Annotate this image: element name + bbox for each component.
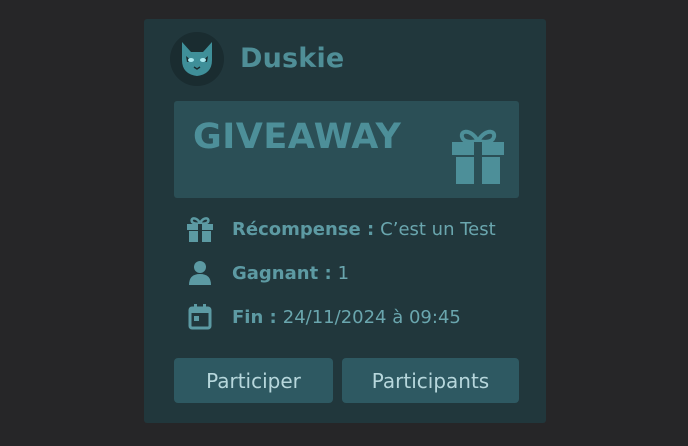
end-field: Fin : 24/11/2024 à 09:45 bbox=[186, 303, 461, 331]
giveaway-banner: GIVEAWAY bbox=[174, 101, 519, 198]
author-name[interactable]: Duskie bbox=[240, 43, 344, 74]
reward-field: Récompense : C’est un Test bbox=[186, 215, 496, 243]
gift-icon bbox=[186, 215, 216, 243]
giveaway-card: Duskie GIVEAWAY Récompense : C’est un Te… bbox=[144, 19, 546, 423]
reward-value: C’est un Test bbox=[380, 218, 496, 240]
author-header: Duskie bbox=[170, 31, 344, 86]
winner-field: Gagnant : 1 bbox=[186, 259, 349, 287]
end-value: 24/11/2024 à 09:45 bbox=[282, 306, 461, 328]
participants-button[interactable]: Participants bbox=[342, 358, 519, 403]
user-icon bbox=[186, 259, 216, 287]
avatar[interactable] bbox=[170, 31, 224, 86]
winner-label: Gagnant : bbox=[232, 262, 332, 284]
winner-value: 1 bbox=[337, 262, 350, 284]
banner-title: GIVEAWAY bbox=[193, 117, 402, 157]
cat-avatar-icon bbox=[182, 41, 212, 76]
calendar-icon bbox=[186, 303, 216, 331]
end-label: Fin : bbox=[232, 306, 277, 328]
gift-icon bbox=[452, 129, 504, 184]
participate-button[interactable]: Participer bbox=[174, 358, 333, 403]
reward-label: Récompense : bbox=[232, 218, 375, 240]
